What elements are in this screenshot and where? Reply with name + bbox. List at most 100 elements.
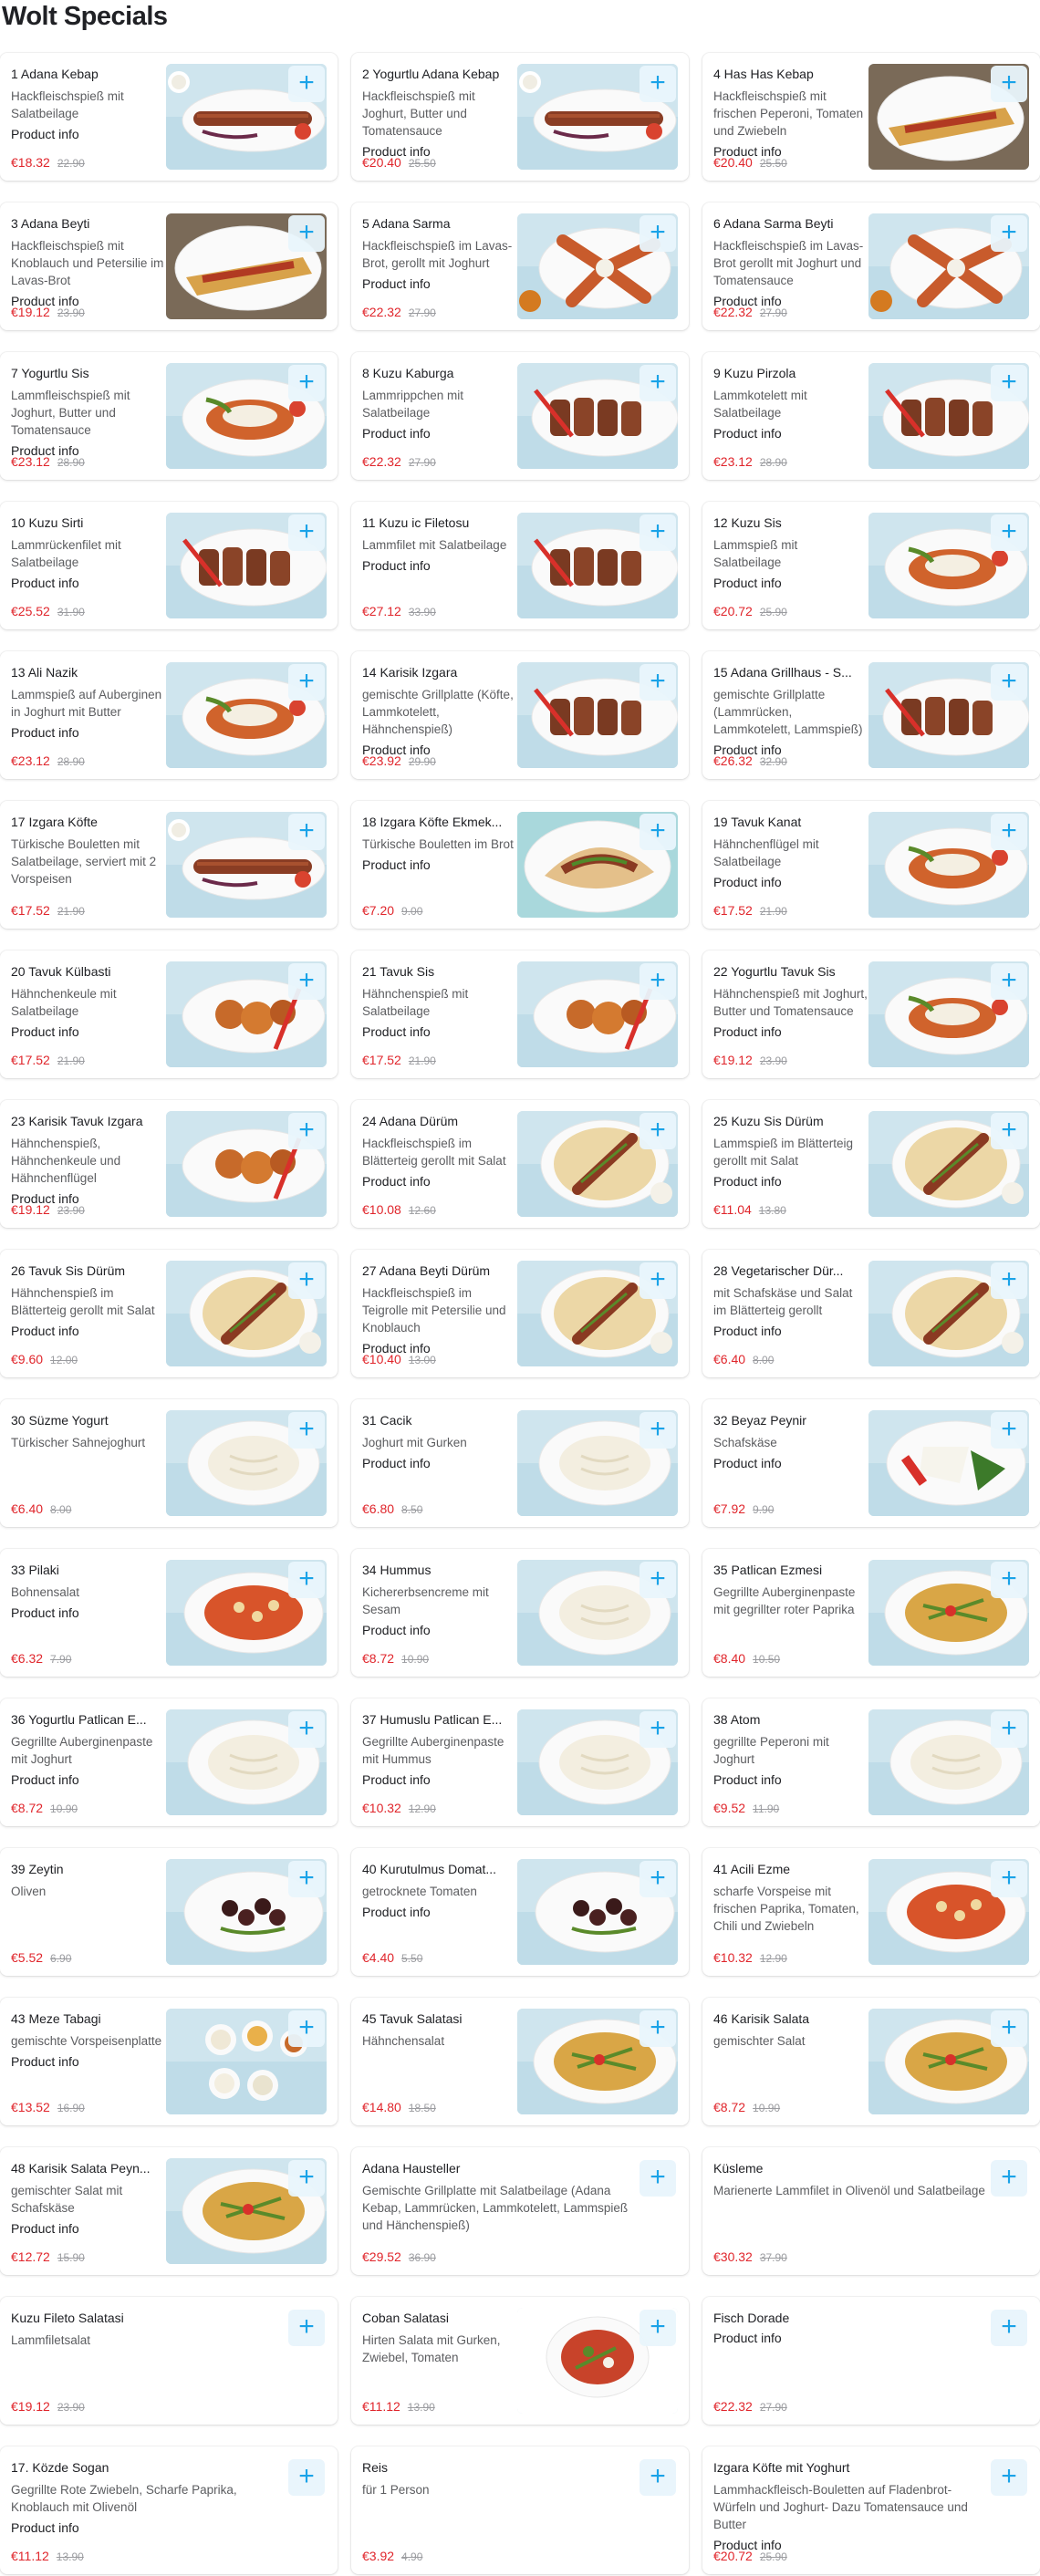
plus-icon[interactable]: + (288, 2310, 325, 2346)
plus-icon[interactable]: + (288, 2459, 325, 2496)
product-info-link[interactable]: Product info (11, 2220, 166, 2237)
menu-item-card[interactable]: 21 Tavuk Sis Hähnchenspieß mit Salatbeila… (351, 950, 689, 1078)
plus-icon[interactable]: + (288, 1861, 325, 1897)
plus-icon[interactable]: + (991, 814, 1027, 850)
menu-item-card[interactable]: 15 Adana Grillhaus - S... gemischte Grill… (702, 651, 1040, 779)
plus-icon[interactable]: + (991, 664, 1027, 701)
plus-icon[interactable]: + (640, 1262, 676, 1299)
plus-icon[interactable]: + (640, 1113, 676, 1149)
menu-item-card[interactable]: 17 Izgara Köfte Türkische Bouletten mit S… (0, 801, 338, 929)
plus-icon[interactable]: + (288, 814, 325, 850)
plus-icon[interactable]: + (640, 66, 676, 102)
plus-icon[interactable]: + (288, 664, 325, 701)
product-info-link[interactable]: Product info (713, 2330, 987, 2346)
menu-item-card[interactable]: 40 Kurutulmus Domat... getrocknete Tomate… (351, 1848, 689, 1976)
product-info-link[interactable]: Product info (11, 724, 166, 741)
plus-icon[interactable]: + (640, 664, 676, 701)
menu-item-card[interactable]: 43 Meze Tabagi gemischte Vorspeisenplatte… (0, 1998, 338, 2125)
plus-icon[interactable]: + (991, 2160, 1027, 2197)
menu-item-card[interactable]: 11 Kuzu ic Filetosu Lammfilet mit Salatbe… (351, 502, 689, 629)
plus-icon[interactable]: + (640, 2010, 676, 2047)
plus-icon[interactable]: + (991, 215, 1027, 252)
plus-icon[interactable]: + (640, 365, 676, 401)
menu-item-card[interactable]: 48 Karisik Salata Peyn... gemischter Sala… (0, 2147, 338, 2275)
menu-item-card[interactable]: 46 Karisik Salata gemischter Salat €8.72 10… (702, 1998, 1040, 2125)
plus-icon[interactable]: + (991, 1412, 1027, 1449)
menu-item-card[interactable]: 26 Tavuk Sis Dürüm Hähnchenspieß im Blätt… (0, 1250, 338, 1377)
menu-item-card[interactable]: Reis für 1 Person €3.92 4.90 + (351, 2446, 689, 2574)
menu-item-card[interactable]: 5 Adana Sarma Hackfleischspieß im Lavas-B… (351, 203, 689, 330)
menu-item-card[interactable]: 10 Kuzu Sirti Lammrückenfilet mit Salatbe… (0, 502, 338, 629)
menu-item-card[interactable]: 12 Kuzu Sis Lammspieß mit Salatbeilage Pro… (702, 502, 1040, 629)
product-info-link[interactable]: Product info (362, 1023, 517, 1040)
menu-item-card[interactable]: 9 Kuzu Pirzola Lammkotelett mit Salatbeil… (702, 352, 1040, 480)
plus-icon[interactable]: + (640, 1412, 676, 1449)
menu-item-card[interactable]: 18 Izgara Köfte Ekmek... Türkische Boulet… (351, 801, 689, 929)
product-info-link[interactable]: Product info (11, 1771, 166, 1788)
menu-item-card[interactable]: 6 Adana Sarma Beyti Hackfleischspieß im L… (702, 203, 1040, 330)
plus-icon[interactable]: + (991, 963, 1027, 1000)
product-info-link[interactable]: Product info (713, 425, 868, 441)
plus-icon[interactable]: + (991, 514, 1027, 551)
menu-item-card[interactable]: 33 Pilaki Bohnensalat Product info €6.32 7.9… (0, 1549, 338, 1677)
menu-item-card[interactable]: 19 Tavuk Kanat Hähnchenflügel mit Salatbe… (702, 801, 1040, 929)
plus-icon[interactable]: + (640, 1562, 676, 1598)
menu-item-card[interactable]: 4 Has Has Kebap Hackfleischspieß mit fris… (702, 53, 1040, 181)
product-info-link[interactable]: Product info (713, 1323, 868, 1339)
menu-item-card[interactable]: 25 Kuzu Sis Dürüm Lammspieß im Blättertei… (702, 1100, 1040, 1228)
product-info-link[interactable]: Product info (11, 575, 166, 591)
menu-item-card[interactable]: 27 Adana Beyti Dürüm Hackfleischspieß im … (351, 1250, 689, 1377)
menu-item-card[interactable]: 38 Atom gegrillte Peperoni mit Joghurt Pro… (702, 1698, 1040, 1826)
product-info-link[interactable]: Product info (362, 1771, 517, 1788)
menu-item-card[interactable]: 2 Yogurtlu Adana Kebap Hackfleischspieß m… (351, 53, 689, 181)
plus-icon[interactable]: + (991, 2310, 1027, 2346)
plus-icon[interactable]: + (288, 963, 325, 1000)
plus-icon[interactable]: + (991, 66, 1027, 102)
plus-icon[interactable]: + (640, 814, 676, 850)
product-info-link[interactable]: Product info (713, 1771, 868, 1788)
menu-item-card[interactable]: Kuzu Fileto Salatasi Lammfiletsalat €19.12… (0, 2297, 338, 2425)
menu-item-card[interactable]: Küsleme Marienerte Lammfilet in Olivenöl … (702, 2147, 1040, 2275)
plus-icon[interactable]: + (991, 1262, 1027, 1299)
plus-icon[interactable]: + (991, 2459, 1027, 2496)
product-info-link[interactable]: Product info (713, 1455, 868, 1471)
menu-item-card[interactable]: 36 Yogurtlu Patlican E... Gegrillte Auber… (0, 1698, 338, 1826)
plus-icon[interactable]: + (288, 66, 325, 102)
menu-item-card[interactable]: 41 Acili Ezme scharfe Vorspeise mit frisc… (702, 1848, 1040, 1976)
plus-icon[interactable]: + (288, 1412, 325, 1449)
menu-item-card[interactable]: Coban Salatasi Hirten Salata mit Gurken, … (351, 2297, 689, 2425)
product-info-link[interactable]: Product info (362, 425, 517, 441)
menu-item-card[interactable]: 23 Karisik Tavuk Izgara Hähnchenspieß, Hä… (0, 1100, 338, 1228)
menu-item-card[interactable]: Fisch Dorade Product info €22.32 27.90 + (702, 2297, 1040, 2425)
plus-icon[interactable]: + (991, 1711, 1027, 1748)
product-info-link[interactable]: Product info (11, 1023, 166, 1040)
menu-item-card[interactable]: 13 Ali Nazik Lammspieß auf Auberginen in … (0, 651, 338, 779)
plus-icon[interactable]: + (640, 2459, 676, 2496)
menu-item-card[interactable]: 8 Kuzu Kaburga Lammrippchen mit Salatbeil… (351, 352, 689, 480)
menu-item-card[interactable]: 34 Hummus Kichererbsencreme mit Sesam Prod… (351, 1549, 689, 1677)
product-info-link[interactable]: Product info (713, 1023, 868, 1040)
plus-icon[interactable]: + (640, 2160, 676, 2197)
plus-icon[interactable]: + (991, 1861, 1027, 1897)
menu-item-card[interactable]: 3 Adana Beyti Hackfleischspieß mit Knobla… (0, 203, 338, 330)
plus-icon[interactable]: + (640, 514, 676, 551)
plus-icon[interactable]: + (640, 2310, 676, 2346)
product-info-link[interactable]: Product info (11, 1605, 166, 1621)
menu-item-card[interactable]: 24 Adana Dürüm Hackfleischspieß im Blätte… (351, 1100, 689, 1228)
plus-icon[interactable]: + (288, 215, 325, 252)
plus-icon[interactable]: + (640, 963, 676, 1000)
plus-icon[interactable]: + (288, 2010, 325, 2047)
menu-item-card[interactable]: 28 Vegetarischer Dür... mit Schafskäse un… (702, 1250, 1040, 1377)
plus-icon[interactable]: + (288, 1113, 325, 1149)
menu-item-card[interactable]: 45 Tavuk Salatasi Hähnchensalat €14.80 18.5… (351, 1998, 689, 2125)
product-info-link[interactable]: Product info (11, 126, 166, 142)
plus-icon[interactable]: + (288, 1262, 325, 1299)
product-info-link[interactable]: Product info (362, 275, 517, 292)
plus-icon[interactable]: + (991, 2010, 1027, 2047)
product-info-link[interactable]: Product info (11, 1323, 166, 1339)
product-info-link[interactable]: Product info (713, 1173, 868, 1189)
plus-icon[interactable]: + (288, 1562, 325, 1598)
menu-item-card[interactable]: 39 Zeytin Oliven €5.52 6.90 + (0, 1848, 338, 1976)
plus-icon[interactable]: + (991, 365, 1027, 401)
menu-item-card[interactable]: 32 Beyaz Peynir Schafskäse Product info €7.… (702, 1399, 1040, 1527)
